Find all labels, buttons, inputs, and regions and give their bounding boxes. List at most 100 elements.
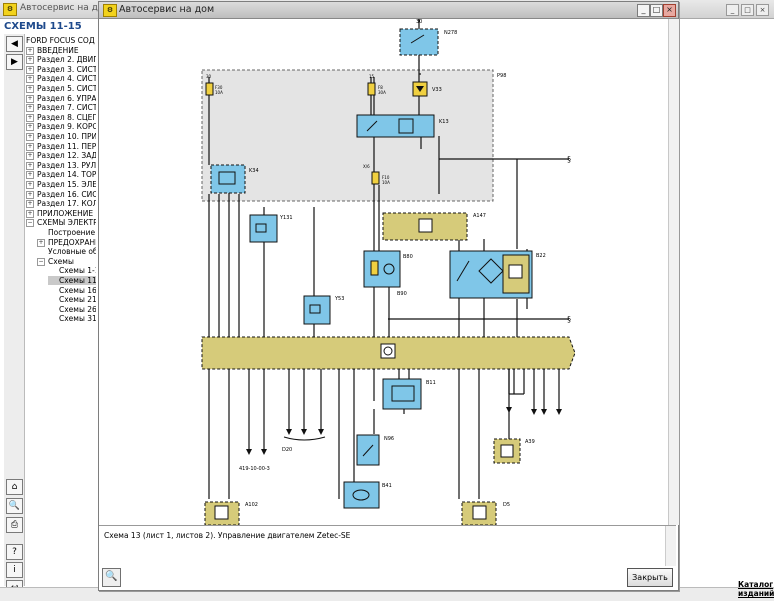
catalog-link[interactable]: Каталог изданий xyxy=(738,580,774,598)
tree-toggle-icon[interactable]: + xyxy=(26,152,34,161)
fuse-f30[interactable] xyxy=(205,82,214,96)
label-b11: B11 xyxy=(426,380,436,386)
fuse-f10[interactable] xyxy=(371,171,380,185)
tree-toggle-icon[interactable]: + xyxy=(37,238,45,247)
tree-item-label: ВВЕДЕНИЕ xyxy=(37,45,79,55)
valve-y53[interactable] xyxy=(303,295,331,325)
tree-toggle-icon[interactable]: + xyxy=(26,209,34,218)
tree-item[interactable]: +Раздел 10. ПРИВО xyxy=(26,132,96,141)
tree-item[interactable]: FORD FOCUS СОД xyxy=(26,36,95,45)
caption-scrollbar[interactable] xyxy=(665,526,676,566)
tree-item[interactable]: +Раздел 2. ДВИГАТ xyxy=(26,55,96,65)
tree-item[interactable]: +Раздел 5. СИСТЕМ xyxy=(26,84,96,93)
wiring-diagram[interactable]: P98 § § D20 419-10-00-3 30 N278 30 F30 1… xyxy=(99,19,668,525)
tree-item[interactable]: Схемы 16-2 xyxy=(48,286,96,295)
tree-toggle-icon[interactable]: + xyxy=(26,56,34,65)
relay-box-p98 xyxy=(201,69,494,202)
tree-item[interactable]: +Раздел 15. ЭЛЕКТ xyxy=(26,180,96,189)
tree-toggle-icon[interactable]: + xyxy=(26,85,34,93)
fuse-f8[interactable] xyxy=(367,82,376,96)
tree-item[interactable]: +Раздел 14. ТОРМО xyxy=(26,170,96,180)
tree-toggle-icon[interactable]: + xyxy=(26,133,34,141)
tree-item[interactable]: +Раздел 4. СИСТЕМ xyxy=(26,74,96,84)
tree-item-label: Раздел 17. КОЛЕСА xyxy=(37,199,96,209)
tree-item-label: Раздел 6. УПРАВЛ xyxy=(37,93,96,103)
label-b22: B22 xyxy=(536,253,546,259)
tree-item[interactable]: +Раздел 11. ПЕРЕД xyxy=(26,142,96,151)
tree-item[interactable]: − Схемы xyxy=(37,257,74,266)
label-d5: D5 xyxy=(503,502,510,508)
sensor-b11[interactable] xyxy=(382,378,422,410)
print-button[interactable]: ⎙ xyxy=(6,517,23,533)
tree-item[interactable]: Схемы 31-3 xyxy=(48,314,96,323)
tree-item-label: ПРЕДОХРАНИТ xyxy=(48,237,96,247)
tree-toggle-icon[interactable]: + xyxy=(26,46,34,55)
dialog-maximize-button[interactable]: □ xyxy=(650,4,663,17)
tree-item[interactable]: +Раздел 8. СЦЕПЛЕ xyxy=(26,113,96,122)
tree-toggle-icon[interactable]: + xyxy=(26,104,34,113)
tree-item[interactable]: Условные обоз xyxy=(37,247,96,256)
contents-tree: FORD FOCUS СОД+ВВЕДЕНИЕ+Раздел 2. ДВИГАТ… xyxy=(26,36,96,326)
switch-n278[interactable] xyxy=(399,28,439,56)
tree-toggle-icon[interactable]: + xyxy=(26,142,34,151)
tree-item[interactable]: +Раздел 13. РУЛЕВ xyxy=(26,161,96,170)
tree-item[interactable]: +Раздел 7. СИСТЕМ xyxy=(26,103,96,113)
tree-item[interactable]: Схемы 1-10 xyxy=(48,266,96,275)
tree-item[interactable]: +Раздел 12. ЗАДНЯ xyxy=(26,151,96,161)
minimize-button[interactable]: _ xyxy=(726,4,739,16)
caption-panel: Схема 13 (лист 1, листов 2). Управление … xyxy=(99,525,676,566)
tree-item-label: Схемы 16-2 xyxy=(59,285,96,295)
close-button[interactable]: × xyxy=(756,4,769,16)
search-button[interactable]: 🔍 xyxy=(6,498,23,514)
tree-item-label: Раздел 4. СИСТЕМ xyxy=(37,74,96,84)
tree-toggle-icon[interactable]: + xyxy=(26,171,34,180)
tree-toggle-icon[interactable]: + xyxy=(26,161,34,170)
dialog-close-button[interactable]: × xyxy=(663,4,676,17)
tree-item[interactable]: Схемы 21-2 xyxy=(48,295,96,304)
tree-item[interactable]: +Раздел 6. УПРАВЛ xyxy=(26,94,96,103)
tree-item[interactable]: + ПРИЛОЖЕНИЕ xyxy=(26,209,93,218)
forward-button[interactable]: ▶ xyxy=(6,54,23,70)
dialog-minimize-button[interactable]: _ xyxy=(637,4,650,17)
open-button[interactable]: ⌂ xyxy=(6,479,23,495)
tree-toggle-icon[interactable]: + xyxy=(26,123,34,132)
maximize-button[interactable]: □ xyxy=(741,4,754,16)
tree-toggle-icon[interactable]: + xyxy=(26,94,34,103)
valve-y131[interactable] xyxy=(249,214,278,243)
back-button[interactable]: ◀ xyxy=(6,36,23,52)
diagram-scrollbar[interactable] xyxy=(668,19,679,525)
tree-item[interactable]: +ПРЕДОХРАНИТ xyxy=(37,238,96,247)
relay-k13[interactable] xyxy=(356,114,435,138)
tree-toggle-icon[interactable]: − xyxy=(37,257,45,266)
folder-icon: ⌂ xyxy=(11,482,18,492)
tree-item[interactable]: Схемы 11-1 xyxy=(48,276,96,285)
label-b90: B90 xyxy=(397,291,407,297)
tree-toggle-icon[interactable]: − xyxy=(26,219,34,228)
help-button[interactable]: ? xyxy=(6,544,23,560)
close-dialog-button[interactable]: Закрыть xyxy=(627,568,673,587)
relay-k34[interactable] xyxy=(210,164,246,194)
info-button[interactable]: i xyxy=(6,562,23,578)
tree-toggle-icon[interactable]: + xyxy=(26,190,34,199)
tree-item[interactable]: +Раздел 9. КОРОБК xyxy=(26,122,96,132)
back-icon: ◀ xyxy=(11,39,18,49)
tree-toggle-icon[interactable]: + xyxy=(26,181,34,189)
diagram-dialog: ⚙ Автосервис на дом _ □ × P98 § § D20 41… xyxy=(98,1,679,591)
tree-item[interactable]: +Раздел 3. СИСТЕМ xyxy=(26,65,96,74)
tree-item[interactable]: +Раздел 17. КОЛЕСА xyxy=(26,199,96,209)
sensor-b80[interactable] xyxy=(363,250,401,288)
sensor-b41[interactable] xyxy=(343,481,380,509)
tree-toggle-icon[interactable]: + xyxy=(26,65,34,74)
tree-item[interactable]: Схемы 26-3 xyxy=(48,305,96,314)
tree-toggle-icon[interactable]: + xyxy=(26,75,34,84)
tree-item[interactable]: Построение схе xyxy=(37,228,96,237)
zoom-button[interactable]: 🔍 xyxy=(102,568,121,587)
tree-item[interactable]: +Раздел 16. СИСТЕ xyxy=(26,190,96,199)
tree-item[interactable]: −СХЕМЫ ЭЛЕКТРИ xyxy=(26,218,96,228)
label-f10-pin: X/6 xyxy=(363,164,370,169)
tree-toggle-icon[interactable]: + xyxy=(26,113,34,122)
tree-item-label: Схемы 21-2 xyxy=(59,295,96,305)
tree-toggle-icon[interactable]: + xyxy=(26,200,34,209)
tree-item[interactable]: + ВВЕДЕНИЕ xyxy=(26,46,79,55)
dialog-title: Автосервис на дом xyxy=(119,4,215,15)
